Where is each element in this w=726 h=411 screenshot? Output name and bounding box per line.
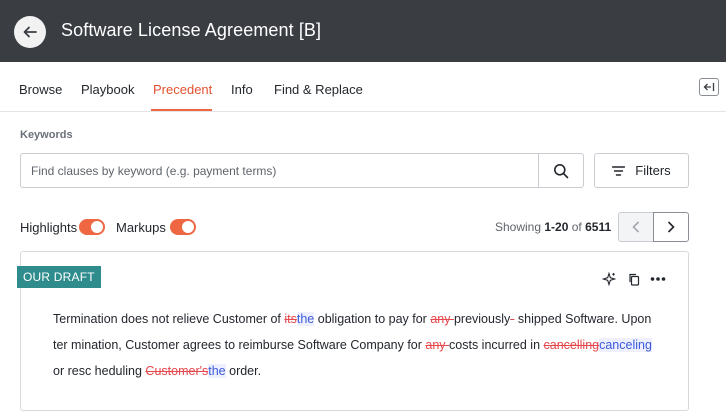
showing-range: 1-20: [544, 220, 569, 234]
deletion-markup: any: [430, 312, 454, 326]
tab-find-replace[interactable]: Find & Replace: [274, 82, 363, 97]
clause-segment: costs incurred in: [449, 338, 544, 352]
highlights-label: Highlights: [20, 220, 78, 235]
deletion-markup: its: [284, 312, 297, 326]
insertion-markup: the: [296, 312, 315, 326]
markups-label: Markups: [116, 220, 166, 235]
keyword-search-input[interactable]: [20, 153, 539, 188]
highlights-toggle[interactable]: [79, 219, 105, 235]
markups-toggle[interactable]: [170, 219, 196, 235]
tab-browse[interactable]: Browse: [19, 82, 62, 97]
showing-of: of: [568, 220, 586, 234]
tab-precedent[interactable]: Precedent: [153, 82, 212, 97]
deletion-markup: Customer's: [145, 364, 209, 378]
more-options-icon[interactable]: [650, 271, 666, 287]
keywords-label: Keywords: [20, 129, 73, 141]
search-button[interactable]: [538, 153, 584, 188]
chevron-right-icon: [667, 221, 675, 233]
sparkle-icon[interactable]: [601, 271, 617, 287]
active-tab-indicator: [151, 109, 212, 111]
arrow-left-icon: [23, 26, 37, 38]
collapse-right-icon: [703, 83, 715, 91]
showing-total: 6511: [585, 220, 612, 234]
clause-segment: obligation to pay for: [314, 312, 431, 326]
clause-segment: or resc heduling: [53, 364, 146, 378]
toggle-knob: [182, 221, 194, 233]
collapse-panel-button[interactable]: [699, 78, 719, 96]
copy-icon[interactable]: [626, 271, 642, 287]
clause-text: Termination does not relieve Customer of…: [53, 306, 663, 384]
next-page-button[interactable]: [653, 212, 689, 242]
clause-segment: order.: [225, 364, 262, 378]
tab-bar: Browse Playbook Precedent Info Find & Re…: [0, 62, 726, 112]
back-button[interactable]: [14, 16, 46, 48]
clause-segment: Termination does not relieve Customer of: [53, 312, 285, 326]
filters-button[interactable]: Filters: [594, 153, 689, 188]
filters-label: Filters: [635, 163, 671, 178]
toggle-knob: [91, 221, 103, 233]
insertion-markup: canceling: [599, 338, 652, 352]
clause-segment: previously: [453, 312, 511, 326]
document-title: Software License Agreement [B]: [61, 20, 322, 40]
previous-page-button[interactable]: [618, 212, 654, 242]
tab-info[interactable]: Info: [231, 82, 253, 97]
draft-badge: OUR DRAFT: [17, 266, 101, 288]
insertion-markup: the: [208, 364, 226, 378]
search-icon: [554, 163, 569, 178]
app-header: Software License Agreement [B]: [0, 0, 726, 62]
tab-playbook[interactable]: Playbook: [81, 82, 134, 97]
showing-prefix: Showing: [495, 220, 545, 234]
results-count: Showing 1-20 of 6511: [495, 220, 611, 234]
deletion-markup: cancelling: [543, 338, 600, 352]
filter-lines-icon: [612, 165, 626, 176]
chevron-left-icon: [632, 221, 640, 233]
deletion-markup: any: [425, 338, 450, 352]
